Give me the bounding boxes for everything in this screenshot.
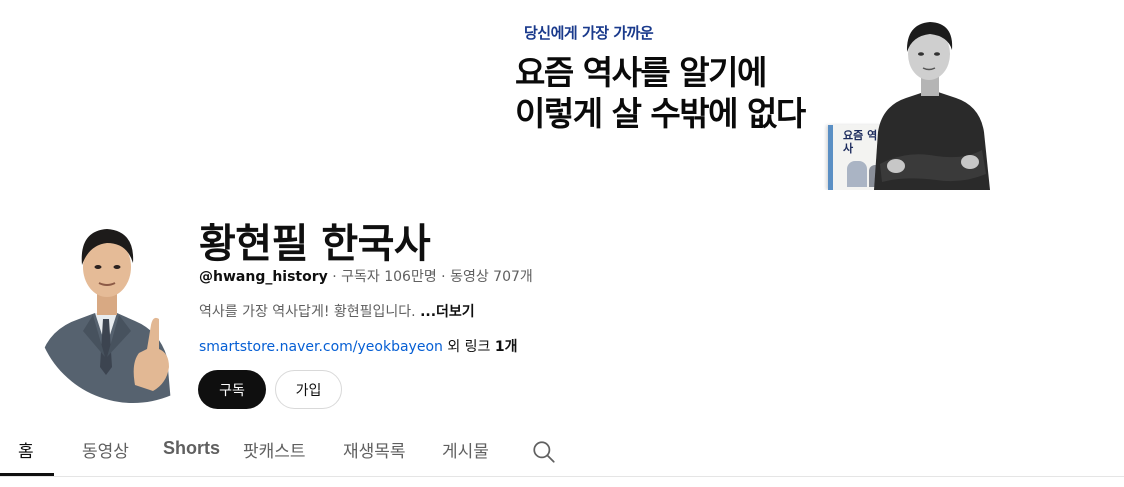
tabs-divider bbox=[0, 476, 1124, 477]
book-figure bbox=[847, 161, 867, 187]
more-link[interactable]: ...더보기 bbox=[420, 304, 475, 320]
banner-headline-line2: 이렇게 살 수밖에 없다 bbox=[515, 94, 806, 133]
tab-home[interactable]: 홈 bbox=[18, 437, 34, 462]
channel-tabs: 홈 동영상 Shorts 팟캐스트 재생목록 게시물 bbox=[0, 423, 1124, 477]
meta-separator: · bbox=[441, 269, 446, 285]
channel-links: smartstore.naver.com/yeokbayeon 외 링크 1개 bbox=[199, 336, 518, 356]
channel-banner: 당신에게 가장 가까운 요즘 역사를 알기에 이렇게 살 수밖에 없다 요즘 역… bbox=[0, 0, 1124, 190]
search-icon[interactable] bbox=[531, 439, 557, 465]
meta-separator: · bbox=[332, 269, 337, 285]
description-text: 역사를 가장 역사답게! 황현필입니다. bbox=[199, 304, 416, 320]
channel-description[interactable]: 역사를 가장 역사답게! 황현필입니다. ...더보기 bbox=[199, 301, 475, 321]
banner-tagline: 당신에게 가장 가까운 bbox=[524, 24, 654, 42]
channel-external-link[interactable]: smartstore.naver.com/yeokbayeon bbox=[199, 339, 443, 355]
video-count: 동영상 707개 bbox=[450, 269, 533, 285]
subscribe-button[interactable]: 구독 bbox=[198, 370, 266, 409]
channel-handle: @hwang_history bbox=[199, 269, 328, 285]
subscriber-count: 구독자 106만명 bbox=[341, 269, 437, 285]
more-links-count: 1개 bbox=[494, 339, 518, 355]
tab-podcasts[interactable]: 팟캐스트 bbox=[243, 437, 306, 462]
channel-page: 당신에게 가장 가까운 요즘 역사를 알기에 이렇게 살 수밖에 없다 요즘 역… bbox=[0, 0, 1124, 487]
channel-meta: @hwang_history · 구독자 106만명 · 동영상 707개 bbox=[199, 266, 533, 286]
tab-playlists[interactable]: 재생목록 bbox=[343, 437, 406, 462]
more-links-prefix: 외 링크 bbox=[447, 339, 491, 355]
tab-videos[interactable]: 동영상 bbox=[82, 437, 129, 462]
tab-shorts[interactable]: Shorts bbox=[163, 438, 220, 459]
tab-posts[interactable]: 게시물 bbox=[442, 437, 489, 462]
banner-person-photo bbox=[874, 22, 990, 190]
join-button[interactable]: 가입 bbox=[275, 370, 342, 409]
more-links[interactable]: 외 링크 1개 bbox=[447, 339, 517, 355]
channel-title: 황현필 한국사 bbox=[199, 221, 431, 267]
